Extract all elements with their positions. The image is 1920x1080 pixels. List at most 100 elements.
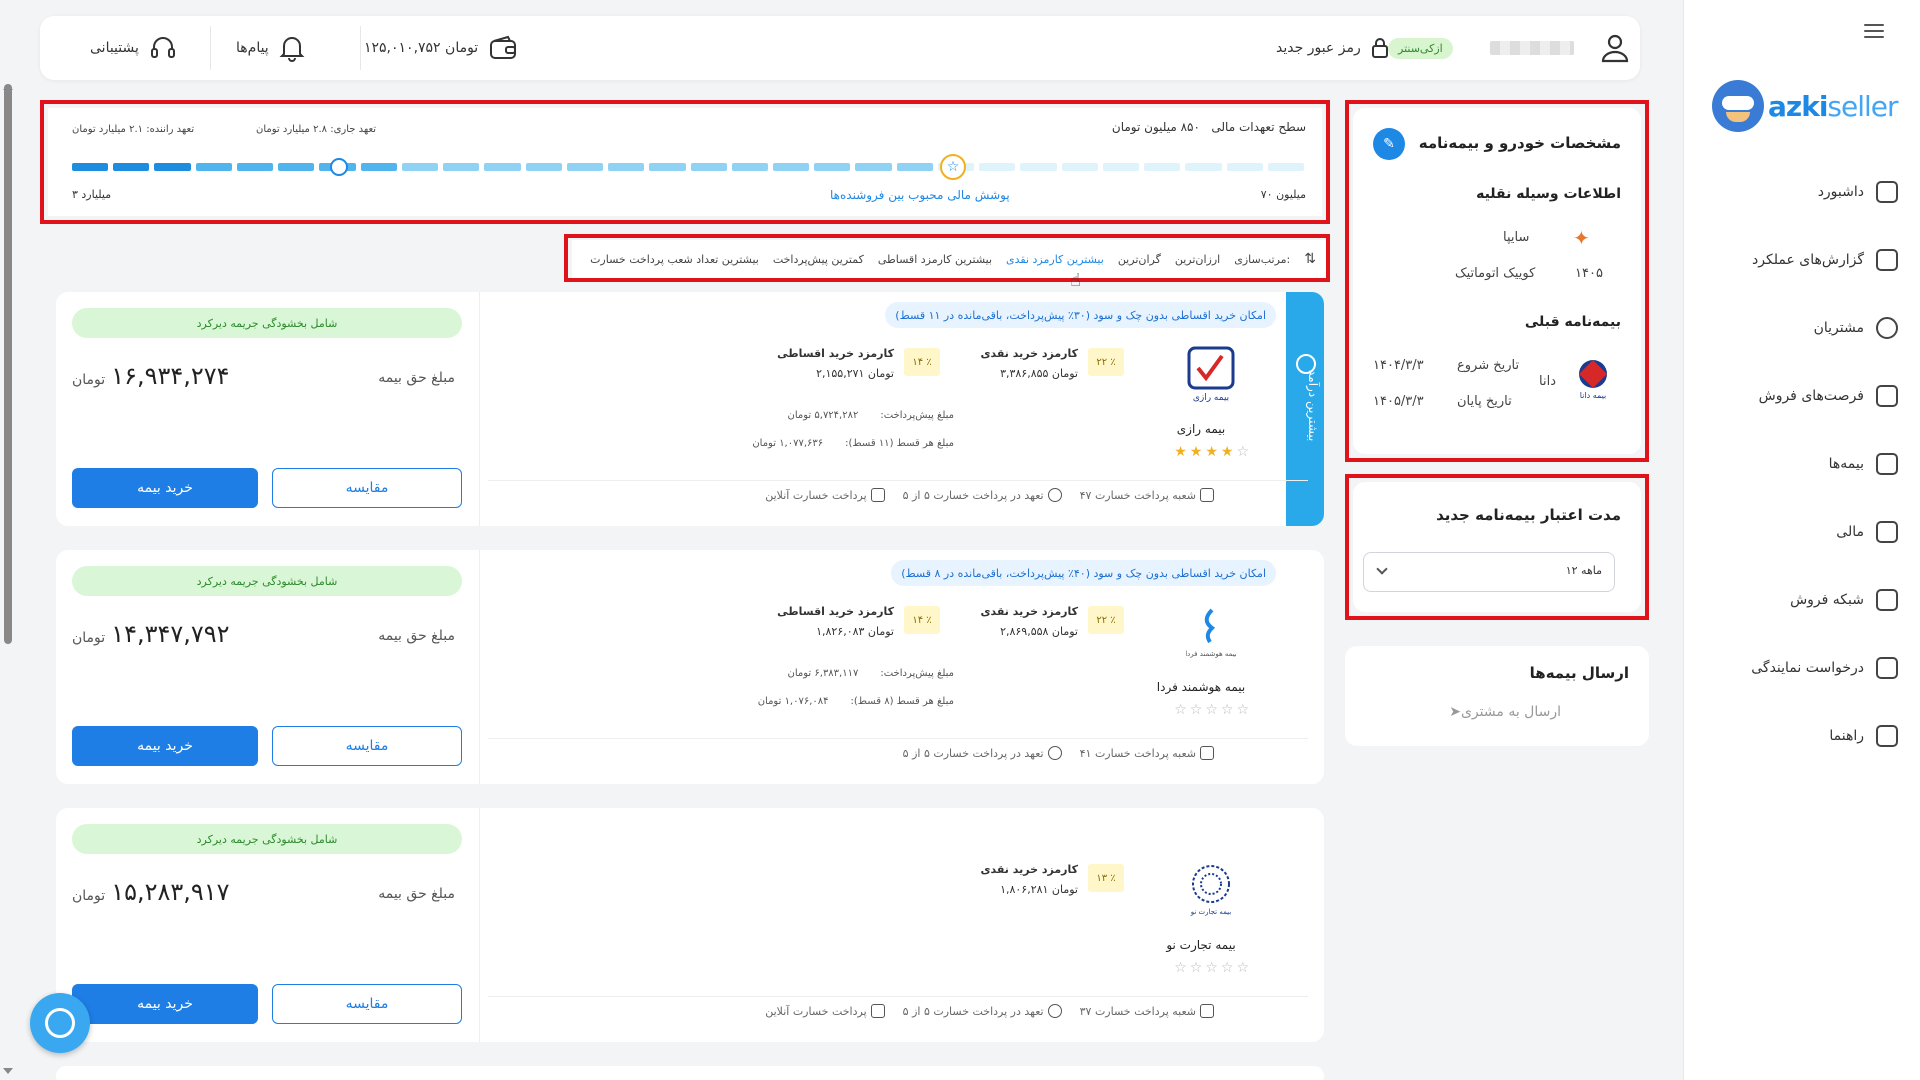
wallet-balance[interactable]: ۱۲۵,۰۱۰,۷۵۲ تومان: [364, 16, 518, 80]
balance-value: ۱۲۵,۰۱۰,۷۵۲ تومان: [364, 40, 479, 56]
azki-center-badge[interactable]: ازکی‌سنتر: [1388, 16, 1453, 80]
sidebar-item-label: مشتریان: [1813, 320, 1864, 336]
sidebar-item-agency-request[interactable]: درخواست نمایندگی: [1718, 650, 1898, 686]
offer-pricing: شامل بخشودگی جریمه دیرکرد مبلغ حق بیمه ت…: [56, 550, 480, 784]
building-icon: [1200, 488, 1214, 502]
chat-support-button[interactable]: [30, 993, 90, 1053]
svg-text:بیمه تجارت نو: بیمه تجارت نو: [1190, 908, 1231, 916]
scroll-down-arrow[interactable]: [3, 1068, 13, 1074]
scale-max-label: ۳ میلیارد: [72, 188, 112, 201]
compare-button[interactable]: مقایسه: [272, 468, 462, 508]
chart-icon: [1876, 249, 1898, 271]
sort-option-lowest-prepay[interactable]: کمترین پیش‌پرداخت: [773, 253, 864, 266]
vehicle-brand: سایپا: [1503, 230, 1530, 245]
support-label: پشتیبانی: [90, 40, 139, 56]
offer-pricing: شامل بخشودگی جریمه دیرکرد مبلغ حق بیمه ت…: [56, 292, 480, 526]
wallet-icon: [490, 35, 517, 59]
slider-handle[interactable]: [330, 158, 348, 176]
card-footer: ۴۷ شعبه پرداخت خسارت تعهد در پرداخت خسار…: [765, 488, 1214, 502]
insurer-name: بیمه هوشمند فردا: [1156, 680, 1246, 694]
commitment-info: تعهد در پرداخت خسارت ۵ از ۵: [903, 1004, 1062, 1018]
financial-commitment-slider[interactable]: سطح تعهدات مالی ۸۵۰ میلیون تومان تعهد جا…: [48, 108, 1322, 216]
hooshmand-farda-logo: بیمه هوشمند فردا: [1185, 604, 1237, 660]
vehicle-model: کوییک اتوماتیک: [1455, 266, 1536, 281]
messages-button[interactable]: پیام‌ها: [236, 16, 305, 80]
sort-bar: ⇅ مرتب‌سازی: ارزان‌ترین گران‌ترین بیشتری…: [572, 240, 1326, 278]
sidebar-item-help[interactable]: راهنما: [1718, 718, 1898, 754]
buy-insurance-button[interactable]: خرید بیمه: [72, 984, 258, 1024]
price-value: تومان ۱۴,۳۴۷,۷۹۲: [72, 620, 230, 648]
cash-fee: کارمزد خرید نقدی ۲,۸۶۹,۵۵۸ تومان: [980, 605, 1078, 638]
change-password-label: رمز عبور جدید: [1276, 40, 1361, 56]
sidebar-item-label: فرصت‌های فروش: [1758, 388, 1864, 404]
cash-fee-percent: ۲۲ ٪: [1088, 348, 1124, 376]
building-icon: [1200, 1004, 1214, 1018]
dashboard-icon: [1876, 181, 1898, 203]
top-header: پشتیبانی پیام‌ها ۱۲۵,۰۱۰,۷۵۲ تومان رمز ع…: [40, 16, 1640, 80]
commitment-scale[interactable]: [72, 163, 1305, 171]
compare-button[interactable]: مقایسه: [272, 726, 462, 766]
dollar-icon: [1047, 488, 1062, 502]
cash-fee-percent: ۲۲ ٪: [1088, 606, 1124, 634]
masked-username: [1490, 41, 1574, 55]
car-policy-panel: مشخصات خودرو و بیمه‌نامه ✎ اطلاعات وسیله…: [1353, 108, 1641, 454]
late-penalty-pill: شامل بخشودگی جریمه دیرکرد: [72, 824, 462, 854]
buy-insurance-button[interactable]: خرید بیمه: [72, 468, 258, 508]
sort-option-cash-fee[interactable]: بیشترین کارمزد نقدی: [1006, 253, 1104, 266]
sort-option-installment-fee[interactable]: بیشترین کارمزد اقساطی: [878, 253, 992, 266]
sidebar-item-label: درخواست نمایندگی: [1751, 660, 1864, 676]
online-claim-info: پرداخت خسارت آنلاین: [765, 1004, 885, 1018]
user-profile[interactable]: [1490, 16, 1632, 80]
validity-title: مدت اعتبار بیمه‌نامه جدید: [1436, 506, 1621, 524]
support-button[interactable]: پشتیبانی: [90, 16, 177, 80]
sidebar-item-network[interactable]: شبکه فروش: [1718, 582, 1898, 618]
dana-insurance-logo: بیمه دانا: [1571, 356, 1615, 400]
installment-fee-percent: ۱۴ ٪: [904, 606, 940, 634]
prepay-amount: مبلغ پیش‌پرداخت:۵,۷۲۴,۲۸۲ تومان: [787, 410, 954, 421]
send-to-customer-button[interactable]: ➤ارسال به مشتری: [1443, 704, 1561, 720]
rating-stars: ☆☆☆☆☆: [1174, 960, 1252, 976]
sidebar-item-label: داشبورد: [1817, 184, 1864, 200]
azki-seller-logo[interactable]: azkiseller: [1712, 76, 1902, 136]
sort-option-most-branches[interactable]: بیشترین تعداد شعب پرداخت خسارت: [590, 253, 759, 266]
page-scrollbar[interactable]: [4, 84, 12, 644]
validity-select[interactable]: ۱۲ ماهه: [1363, 552, 1615, 592]
end-date-label: تاریخ پایان: [1457, 394, 1512, 409]
vehicle-year: ۱۴۰۵: [1575, 266, 1603, 281]
hamburger-menu-icon[interactable]: [1864, 24, 1884, 40]
mascot-icon: [1712, 80, 1764, 132]
price-label: مبلغ حق بیمه: [378, 628, 455, 644]
popular-star-icon: ☆: [940, 154, 966, 180]
sidebar-item-label: گزارش‌های عملکرد: [1752, 252, 1864, 268]
brand-text: azkiseller: [1768, 89, 1899, 123]
sidebar-item-finance[interactable]: مالی: [1718, 514, 1898, 550]
change-password-button[interactable]: رمز عبور جدید: [1276, 16, 1389, 80]
prepay-amount: مبلغ پیش‌پرداخت:۶,۳۸۳,۱۱۷ تومان: [787, 668, 954, 679]
sidebar-item-policies[interactable]: بیمه‌ها: [1718, 446, 1898, 482]
buy-insurance-button[interactable]: خرید بیمه: [72, 726, 258, 766]
sidebar-item-label: راهنما: [1829, 728, 1864, 744]
sort-option-cheapest[interactable]: ارزان‌ترین: [1175, 253, 1220, 266]
user-icon: [1601, 34, 1629, 63]
card-divider: [488, 996, 1308, 997]
insurance-offer-card: شامل بخشودگی جریمه دیرکرد مبلغ حق بیمه ت…: [56, 808, 1324, 1042]
sidebar-item-customers[interactable]: مشتریان: [1718, 310, 1898, 346]
compare-button[interactable]: مقایسه: [272, 984, 462, 1024]
online-claim-info: پرداخت خسارت آنلاین: [765, 488, 885, 502]
wallet-icon: [1876, 521, 1898, 543]
installment-each: مبلغ هر قسط (۱۱ قسط):۱,۰۷۷,۶۳۶ تومان: [752, 438, 954, 449]
sidebar-item-dashboard[interactable]: داشبورد: [1718, 174, 1898, 210]
edit-icon[interactable]: ✎: [1373, 128, 1405, 160]
bell-icon: [279, 37, 305, 62]
offer-pricing: شامل بخشودگی جریمه دیرکرد مبلغ حق بیمه ت…: [56, 808, 480, 1042]
sort-label: مرتب‌سازی:: [1234, 252, 1291, 266]
late-penalty-pill: شامل بخشودگی جریمه دیرکرد: [72, 308, 462, 338]
svg-text:بیمه دانا: بیمه دانا: [1580, 391, 1607, 400]
tejarat-no-logo: بیمه تجارت نو: [1186, 862, 1236, 918]
send-policies-panel: ارسال بیمه‌ها ➤ارسال به مشتری: [1345, 646, 1649, 746]
sort-option-most-expensive[interactable]: گران‌ترین: [1118, 253, 1161, 266]
driver-commitment: تعهد راننده: ۲.۱ میلیارد تومان: [72, 124, 195, 135]
insurance-offer-card: شامل بخشودگی جریمه دیرکرد مبلغ حق بیمه ت…: [56, 292, 1324, 526]
sidebar-item-opportunities[interactable]: فرصت‌های فروش: [1718, 378, 1898, 414]
sidebar-item-reports[interactable]: گزارش‌های عملکرد: [1718, 242, 1898, 278]
